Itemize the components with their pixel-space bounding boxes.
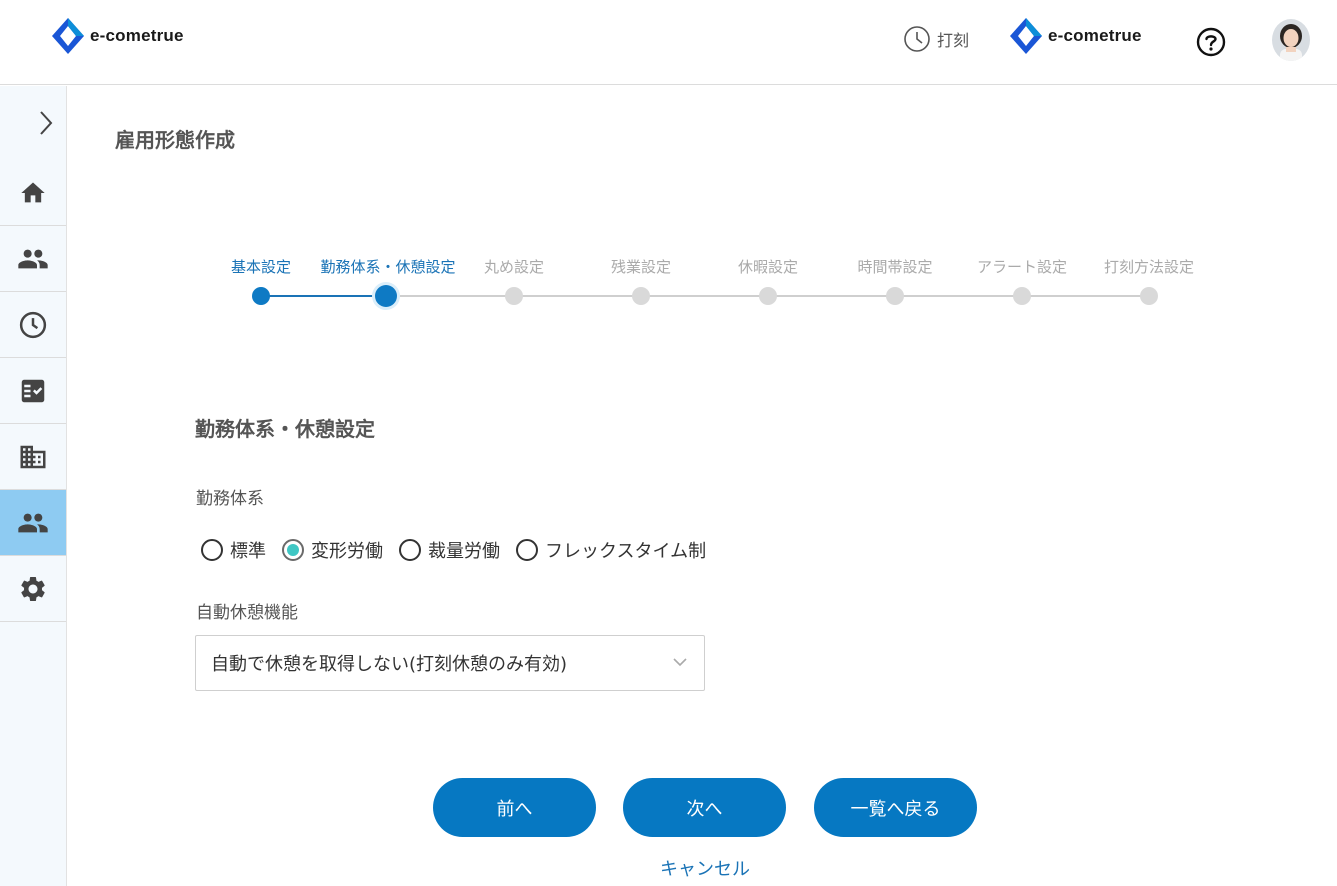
brand-logo[interactable]: e-cometrue	[50, 16, 184, 56]
work-system-radio-group: 標準 変形労働 裁量労働 フレックスタイム制	[201, 537, 722, 563]
step-label-leave[interactable]: 休暇設定	[738, 256, 798, 277]
radio-variable-labor[interactable]: 変形労働	[282, 537, 383, 563]
radio-label: 標準	[230, 541, 266, 562]
user-avatar[interactable]	[1272, 19, 1310, 61]
sidebar-item-organization[interactable]	[0, 424, 66, 490]
checklist-icon	[21, 379, 45, 402]
sidebar-expand-button[interactable]	[34, 108, 58, 138]
chevron-down-icon	[673, 658, 687, 667]
cometrue-logo-icon	[1010, 18, 1042, 54]
chevron-right-icon	[40, 111, 53, 135]
punch-label: 打刻	[937, 31, 970, 50]
home-icon	[21, 182, 45, 202]
sidebar	[0, 86, 67, 886]
brand-logo-secondary: e-cometrue	[1008, 16, 1142, 56]
app-header: e-cometrue 打刻 e-cometrue	[0, 0, 1337, 85]
radio-flextime[interactable]: フレックスタイム制	[516, 537, 706, 563]
step-label-timeslot[interactable]: 時間帯設定	[857, 256, 932, 277]
auto-break-select[interactable]: 自動で休憩を取得しない(打刻休憩のみ有効)	[195, 635, 705, 691]
brand-name: e-cometrue	[90, 26, 184, 45]
step-connector	[386, 295, 514, 297]
radio-label: 変形労働	[311, 541, 383, 562]
step-label-basic[interactable]: 基本設定	[231, 256, 291, 277]
radio-standard[interactable]: 標準	[201, 537, 266, 563]
radio-circle[interactable]	[399, 539, 421, 561]
radio-label: 裁量労働	[428, 541, 500, 562]
step-dot-work-break[interactable]	[375, 285, 397, 307]
people-icon	[18, 249, 48, 268]
step-label-overtime[interactable]: 残業設定	[611, 256, 671, 277]
step-dot-timeslot[interactable]	[886, 287, 904, 305]
sidebar-item-users[interactable]	[0, 226, 66, 292]
sidebar-item-time[interactable]	[0, 292, 66, 358]
step-connector	[1022, 295, 1149, 297]
auto-break-label: 自動休憩機能	[196, 603, 298, 623]
help-button[interactable]	[1196, 27, 1226, 57]
sidebar-item-approval[interactable]	[0, 358, 66, 424]
sidebar-item-employment[interactable]	[0, 490, 66, 556]
step-dot-alert[interactable]	[1013, 287, 1031, 305]
step-connector	[895, 295, 1022, 297]
radio-discretionary-labor[interactable]: 裁量労働	[399, 537, 500, 563]
step-label-rounding[interactable]: 丸め設定	[484, 256, 544, 277]
step-label-punch-method[interactable]: 打刻方法設定	[1104, 256, 1194, 277]
avatar-image	[1272, 19, 1310, 61]
step-connector	[261, 295, 386, 297]
step-dot-punch-method[interactable]	[1140, 287, 1158, 305]
next-button[interactable]: 次へ	[623, 778, 786, 837]
radio-circle[interactable]	[201, 539, 223, 561]
sidebar-item-home[interactable]	[0, 160, 66, 226]
people-icon	[18, 513, 48, 532]
step-label-alert[interactable]: アラート設定	[977, 256, 1067, 277]
help-icon	[1196, 27, 1226, 57]
step-dot-basic[interactable]	[252, 287, 270, 305]
step-connector	[641, 295, 768, 297]
back-to-list-button[interactable]: 一覧へ戻る	[814, 778, 977, 837]
brand-name-secondary: e-cometrue	[1048, 26, 1142, 45]
sidebar-item-settings[interactable]	[0, 556, 66, 622]
clock-icon	[904, 26, 930, 52]
step-connector	[514, 295, 641, 297]
step-connector	[768, 295, 895, 297]
clock-icon	[19, 311, 47, 338]
step-dot-rounding[interactable]	[505, 287, 523, 305]
step-dot-leave[interactable]	[759, 287, 777, 305]
radio-label: フレックスタイム制	[545, 541, 707, 562]
building-icon	[20, 445, 46, 468]
cancel-link[interactable]: キャンセル	[660, 855, 750, 881]
work-system-label: 勤務体系	[196, 489, 264, 509]
page-title: 雇用形態作成	[115, 128, 235, 152]
radio-dot	[287, 544, 299, 556]
step-dot-overtime[interactable]	[632, 287, 650, 305]
section-title: 勤務体系・休憩設定	[195, 417, 375, 441]
gear-icon	[21, 576, 45, 601]
cometrue-logo-icon	[52, 18, 84, 54]
prev-button[interactable]: 前へ	[433, 778, 596, 837]
step-label-work-break[interactable]: 勤務体系・休憩設定	[320, 256, 455, 277]
punch-button[interactable]: 打刻	[903, 25, 969, 53]
radio-circle[interactable]	[516, 539, 538, 561]
radio-circle-checked[interactable]	[282, 539, 304, 561]
auto-break-select-value: 自動で休憩を取得しない(打刻休憩のみ有効)	[211, 654, 568, 675]
